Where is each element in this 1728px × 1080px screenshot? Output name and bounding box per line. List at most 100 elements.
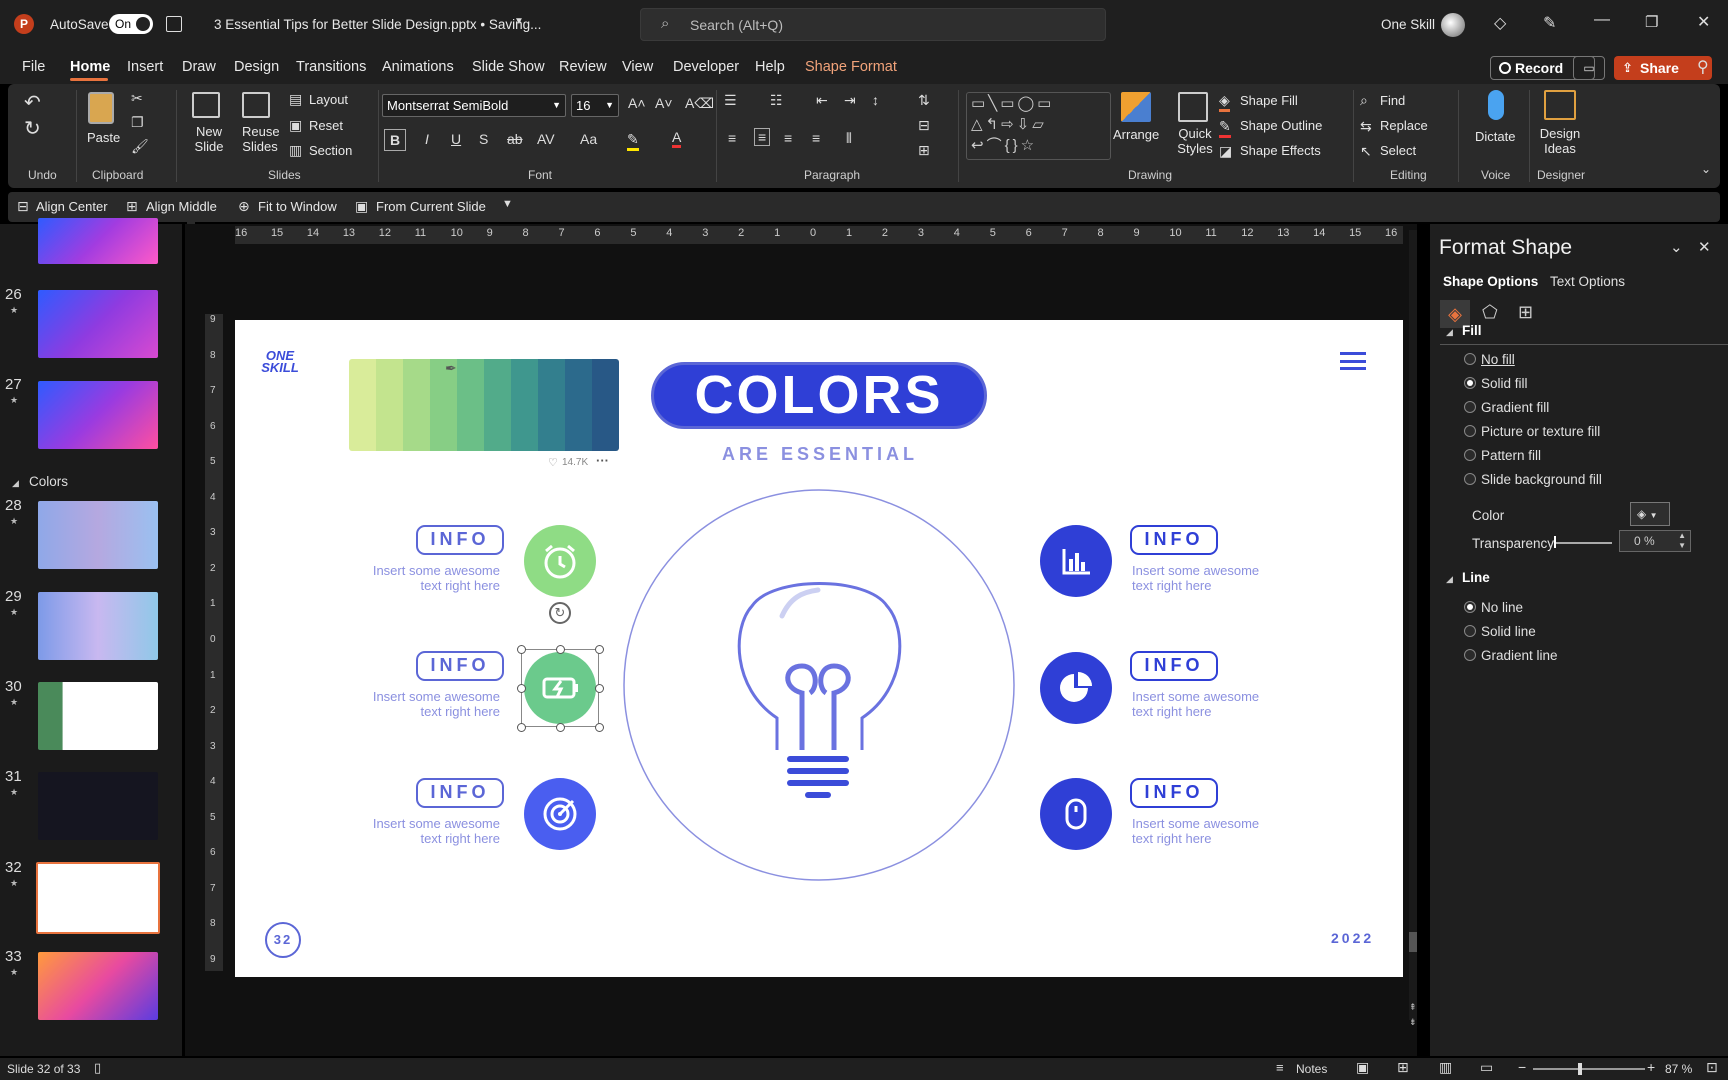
tab-transitions[interactable]: Transitions: [296, 59, 366, 75]
chevron-down-icon[interactable]: ▼: [514, 16, 524, 27]
info-text-left-3[interactable]: Insert some awesome text right here: [350, 816, 500, 846]
slide-thumbnail[interactable]: [38, 952, 158, 1020]
paste-button[interactable]: Paste: [87, 130, 120, 145]
numbering-icon[interactable]: ☷: [770, 92, 783, 109]
tab-design[interactable]: Design: [234, 59, 279, 75]
info-text-left-1[interactable]: Insert some awesome text right here: [350, 563, 500, 593]
dictate-button[interactable]: Dictate: [1475, 129, 1515, 144]
info-tag-right-3[interactable]: INFO: [1130, 778, 1218, 808]
info-tag-left-2[interactable]: INFO: [416, 651, 504, 681]
light-bulb-illustration[interactable]: [622, 488, 1016, 882]
coauthor-icon[interactable]: ⚲: [1697, 57, 1709, 77]
layout-button[interactable]: Layout: [309, 92, 348, 107]
highlight-icon[interactable]: ✎: [627, 131, 639, 151]
slide-background-fill-radio[interactable]: [1464, 473, 1476, 485]
align-left-icon[interactable]: ≡: [728, 130, 736, 146]
grow-font-icon[interactable]: A˄: [628, 95, 646, 111]
zoom-level[interactable]: 87 %: [1665, 1062, 1692, 1076]
title-pill[interactable]: COLORS: [651, 362, 987, 429]
reading-view-icon[interactable]: ▥: [1439, 1059, 1452, 1076]
undo-icon[interactable]: ↶: [24, 90, 41, 115]
align-text-icon[interactable]: ⊟: [918, 117, 930, 134]
alarm-clock-icon[interactable]: [524, 525, 596, 597]
slide-subtitle[interactable]: ARE ESSENTIAL: [715, 444, 925, 465]
gradient-line-radio[interactable]: [1464, 649, 1476, 661]
shrink-font-icon[interactable]: A˅: [655, 95, 673, 111]
accessibility-icon[interactable]: ▯: [94, 1060, 101, 1076]
format-painter-icon[interactable]: 🖌: [131, 138, 149, 155]
tab-file[interactable]: File: [22, 59, 45, 75]
section-button[interactable]: Section: [309, 143, 352, 158]
restore-icon[interactable]: ❐: [1645, 13, 1658, 31]
tab-review[interactable]: Review: [559, 59, 607, 75]
slide-thumbnail[interactable]: [38, 501, 158, 569]
more-options-icon[interactable]: ···: [596, 453, 609, 468]
decrease-indent-icon[interactable]: ⇤: [816, 92, 828, 109]
collapse-ribbon-icon[interactable]: ⌄: [1701, 162, 1711, 176]
reuse-slides-button[interactable]: Reuse Slides: [242, 124, 280, 154]
cut-icon[interactable]: ✂: [131, 90, 143, 107]
arrange-button[interactable]: Arrange: [1113, 127, 1159, 142]
no-fill-label[interactable]: No fill: [1481, 352, 1515, 367]
info-text-right-2[interactable]: Insert some awesome text right here: [1132, 689, 1282, 719]
resize-handle[interactable]: [555, 722, 565, 732]
columns-icon[interactable]: ⫴: [846, 130, 852, 147]
design-ideas-icon[interactable]: [1544, 90, 1576, 120]
underline-icon[interactable]: U: [451, 131, 461, 147]
shapes-gallery[interactable]: ▭╲▭◯▭ △↰⇨⇩▱ ↩⌒{}☆: [966, 92, 1111, 160]
change-case-icon[interactable]: Aa: [580, 131, 597, 147]
document-title[interactable]: 3 Essential Tips for Better Slide Design…: [214, 17, 541, 32]
diamond-icon[interactable]: ◇: [1494, 13, 1506, 33]
solid-fill-radio[interactable]: [1464, 377, 1476, 389]
pattern-fill-label[interactable]: Pattern fill: [1481, 448, 1541, 463]
tab-draw[interactable]: Draw: [182, 59, 216, 75]
tab-home[interactable]: Home: [70, 59, 110, 75]
tab-text-options[interactable]: Text Options: [1550, 274, 1625, 289]
bullets-icon[interactable]: ☰: [724, 92, 737, 109]
resize-handle[interactable]: [594, 644, 604, 654]
character-spacing-icon[interactable]: AV: [537, 131, 555, 147]
zoom-out-icon[interactable]: −: [1518, 1059, 1526, 1075]
slide-thumbnail[interactable]: [38, 592, 158, 660]
info-text-right-3[interactable]: Insert some awesome text right here: [1132, 816, 1282, 846]
qat-align-center[interactable]: Align Center: [36, 199, 108, 214]
shape-fill-button[interactable]: Shape Fill: [1240, 93, 1298, 108]
replace-button[interactable]: Replace: [1380, 118, 1428, 133]
pattern-fill-radio[interactable]: [1464, 449, 1476, 461]
page-number-badge[interactable]: 32: [265, 922, 301, 958]
tab-animations[interactable]: Animations: [382, 59, 454, 75]
resize-handle[interactable]: [594, 722, 604, 732]
scroll-thumb[interactable]: [1409, 932, 1417, 952]
justify-icon[interactable]: ≡: [812, 130, 820, 146]
align-right-icon[interactable]: ≡: [784, 130, 792, 146]
section-colors[interactable]: Colors: [29, 474, 68, 489]
color-picker-button[interactable]: ◈ ▼: [1630, 502, 1670, 526]
notes-icon[interactable]: ≡: [1276, 1060, 1284, 1075]
tab-insert[interactable]: Insert: [127, 59, 163, 75]
gradient-fill-radio[interactable]: [1464, 401, 1476, 413]
previous-slide-icon[interactable]: ⇞: [1409, 1002, 1417, 1013]
quick-styles-button[interactable]: Quick Styles: [1173, 126, 1217, 156]
solid-line-radio[interactable]: [1464, 625, 1476, 637]
transparency-slider[interactable]: [1554, 542, 1612, 544]
info-tag-left-1[interactable]: INFO: [416, 525, 504, 555]
battery-charging-icon[interactable]: [524, 652, 596, 724]
slide-thumbnail[interactable]: [38, 682, 158, 750]
zoom-thumb[interactable]: [1578, 1063, 1582, 1075]
shadow-icon[interactable]: S: [479, 131, 488, 147]
tab-help[interactable]: Help: [755, 59, 785, 75]
bold-button[interactable]: B: [384, 129, 406, 151]
solid-line-label[interactable]: Solid line: [1481, 624, 1536, 639]
avatar[interactable]: [1441, 13, 1465, 37]
transparency-input[interactable]: 0 % ▲ ▼: [1619, 530, 1691, 552]
resize-handle[interactable]: [516, 644, 526, 654]
info-text-left-2[interactable]: Insert some awesome text right here: [350, 689, 500, 719]
resize-handle[interactable]: [594, 683, 604, 693]
tab-shape-format[interactable]: Shape Format: [805, 59, 897, 75]
font-size-select[interactable]: 16 ▼: [571, 94, 619, 117]
customize-qat-icon[interactable]: ▼: [502, 198, 513, 210]
vertical-scrollbar[interactable]: [1409, 230, 1417, 1020]
mouse-icon[interactable]: [1040, 778, 1112, 850]
shape-outline-button[interactable]: Shape Outline: [1240, 118, 1322, 133]
info-tag-left-3[interactable]: INFO: [416, 778, 504, 808]
